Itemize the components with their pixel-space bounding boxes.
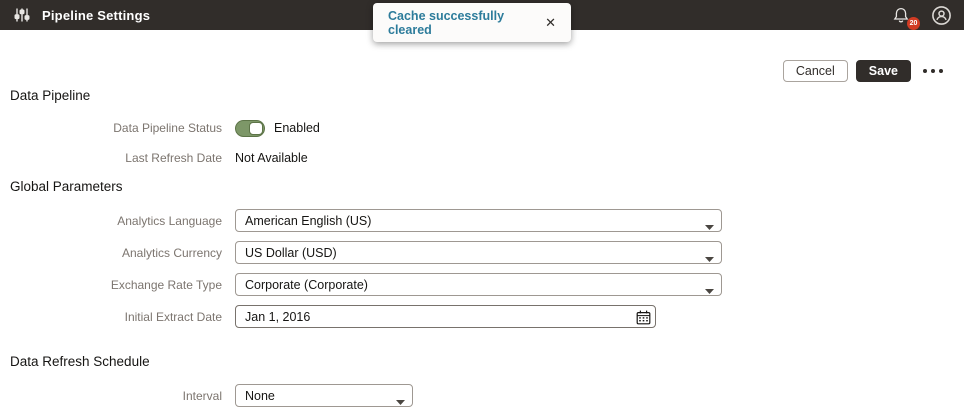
toggle-knob (249, 122, 263, 135)
row-analytics-language: Analytics Language American English (US) (0, 209, 722, 232)
toast-message: Cache successfully cleared (388, 9, 545, 37)
page-title: Pipeline Settings (42, 8, 150, 23)
interval-label: Interval (0, 389, 222, 403)
analytics-language-label: Analytics Language (0, 214, 222, 228)
ellipsis-icon (923, 69, 927, 73)
analytics-language-select[interactable]: American English (US) (235, 209, 722, 232)
section-title-data-refresh-schedule: Data Refresh Schedule (10, 354, 150, 369)
exchange-rate-type-select[interactable]: Corporate (Corporate) (235, 273, 722, 296)
cancel-button[interactable]: Cancel (783, 60, 848, 82)
data-pipeline-status-value: Enabled (274, 121, 320, 135)
user-avatar-icon[interactable] (928, 2, 954, 28)
sliders-icon[interactable] (10, 3, 34, 27)
exchange-rate-type-value: Corporate (Corporate) (245, 278, 368, 292)
close-icon[interactable]: ✕ (545, 16, 556, 29)
caret-down-icon (396, 394, 405, 408)
analytics-currency-label: Analytics Currency (0, 246, 222, 260)
section-title-global-parameters: Global Parameters (10, 179, 123, 194)
analytics-language-value: American English (US) (245, 214, 371, 228)
save-button[interactable]: Save (856, 60, 911, 82)
last-refresh-date-value: Not Available (235, 151, 308, 165)
analytics-currency-select[interactable]: US Dollar (USD) (235, 241, 722, 264)
interval-select[interactable]: None (235, 384, 413, 407)
page-actions: Cancel Save (783, 60, 947, 82)
caret-down-icon (705, 251, 714, 265)
data-pipeline-status-label: Data Pipeline Status (0, 121, 222, 135)
interval-value: None (245, 389, 275, 403)
initial-extract-date-field (235, 305, 656, 328)
pipeline-settings-page: Pipeline Settings 20 Cache successfully … (0, 0, 964, 411)
row-exchange-rate-type: Exchange Rate Type Corporate (Corporate) (0, 273, 722, 296)
exchange-rate-type-label: Exchange Rate Type (0, 278, 222, 292)
notifications-bell-icon[interactable]: 20 (888, 2, 914, 28)
initial-extract-date-label: Initial Extract Date (0, 310, 222, 324)
row-data-pipeline-status: Data Pipeline Status Enabled (0, 118, 320, 138)
more-actions-button[interactable] (919, 63, 947, 79)
row-last-refresh-date: Last Refresh Date Not Available (0, 150, 308, 166)
notification-count-badge: 20 (907, 17, 920, 30)
data-pipeline-status-toggle[interactable] (235, 120, 265, 137)
caret-down-icon (705, 283, 714, 297)
caret-down-icon (705, 219, 714, 233)
section-title-data-pipeline: Data Pipeline (10, 88, 90, 103)
row-analytics-currency: Analytics Currency US Dollar (USD) (0, 241, 722, 264)
analytics-currency-value: US Dollar (USD) (245, 246, 337, 260)
toast-notification: Cache successfully cleared ✕ (373, 3, 571, 42)
calendar-icon[interactable] (635, 309, 651, 325)
initial-extract-date-input[interactable] (245, 306, 631, 327)
row-interval: Interval None (0, 384, 413, 407)
row-initial-extract-date: Initial Extract Date (0, 305, 656, 328)
last-refresh-date-label: Last Refresh Date (0, 151, 222, 165)
